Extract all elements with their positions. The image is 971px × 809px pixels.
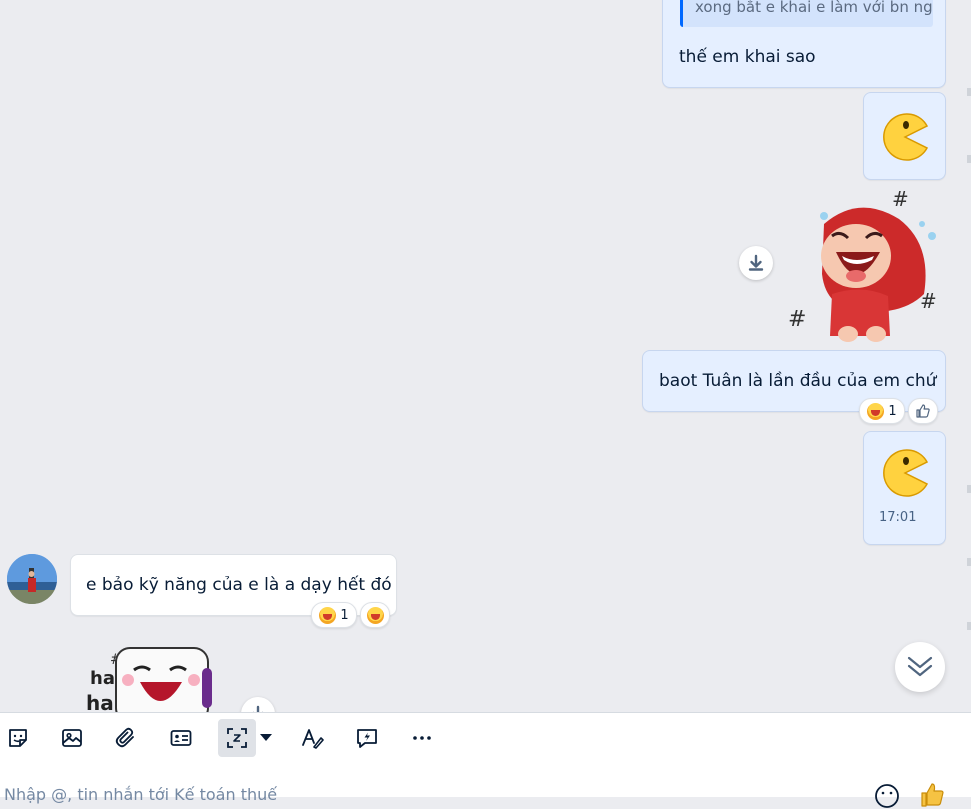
pacman-sticker	[883, 449, 929, 497]
message-input[interactable]	[4, 782, 824, 806]
message-composer	[0, 764, 971, 808]
haha-sticker[interactable]: # ha ha	[84, 640, 224, 712]
reply-text: thế em khai sao	[679, 47, 816, 67]
scrollbar-mark	[967, 558, 971, 566]
image-button[interactable]	[54, 719, 90, 757]
sticker-button[interactable]	[0, 719, 36, 757]
attach-icon	[115, 727, 134, 748]
like-icon[interactable]	[918, 780, 946, 808]
laugh-emoji-icon	[867, 402, 885, 420]
incoming-text: e bảo kỹ năng của e là a dạy hết đó	[86, 575, 392, 595]
screenshot-button[interactable]	[218, 719, 256, 757]
quick-message-icon	[357, 729, 377, 748]
scrollbar-mark	[967, 622, 971, 630]
pacman-sticker	[883, 113, 929, 161]
scroll-to-bottom-button[interactable]	[895, 642, 945, 692]
svg-text:#: #	[788, 307, 806, 332]
double-chevron-down-icon	[907, 656, 933, 677]
quoted-text: xong bắt e khai e làm với bn ng	[695, 0, 933, 16]
quoted-message[interactable]: xong bắt e khai e làm với bn ng	[680, 0, 933, 27]
attach-button[interactable]	[108, 719, 144, 757]
text-format-button[interactable]	[294, 719, 330, 757]
reaction-badge[interactable]: 1	[311, 602, 357, 628]
sticker-icon	[9, 729, 27, 747]
reaction-count: 1	[888, 403, 897, 419]
avatar[interactable]	[7, 554, 57, 604]
scrollbar-mark	[967, 485, 971, 493]
svg-text:#: #	[892, 187, 909, 211]
screenshot-icon	[227, 728, 247, 748]
scrollbar[interactable]	[965, 0, 971, 712]
laughing-girl-sticker[interactable]: # # #	[784, 184, 944, 344]
laugh-emoji-icon	[366, 606, 384, 624]
sticker-caption: ha	[90, 668, 115, 689]
reply-message[interactable]: xong bắt e khai e làm với bn ng thế em k…	[662, 0, 946, 88]
screenshot-options-button[interactable]	[256, 719, 276, 757]
dropdown-icon	[260, 734, 272, 741]
quick-message-button[interactable]	[349, 719, 385, 757]
thumbs-up-icon	[916, 404, 930, 418]
image-icon	[62, 729, 82, 747]
sticker-message[interactable]: 17:01	[863, 431, 946, 545]
composer-toolbar	[0, 712, 971, 765]
reaction-count: 1	[340, 607, 349, 623]
text-format-icon	[302, 729, 324, 749]
download-button[interactable]	[739, 246, 773, 280]
download-icon	[252, 705, 264, 712]
contact-card-button[interactable]	[163, 719, 199, 757]
more-icon	[413, 736, 431, 740]
avatar-photo	[7, 554, 57, 604]
message-time: 17:01	[879, 510, 917, 525]
contact-card-icon	[170, 730, 192, 746]
add-reaction-button[interactable]	[360, 602, 390, 628]
scrollbar-mark	[967, 88, 971, 96]
reaction-badge[interactable]: 1	[859, 398, 905, 424]
emoji-icon[interactable]	[874, 783, 900, 809]
laugh-emoji-icon	[319, 606, 337, 624]
download-button[interactable]	[241, 697, 275, 712]
more-button[interactable]	[404, 719, 440, 757]
outgoing-text: baot Tuân là lần đầu của em chứ	[659, 371, 937, 391]
message-list[interactable]: xong bắt e khai e làm với bn ng thế em k…	[0, 0, 971, 712]
like-reaction-button[interactable]	[908, 398, 938, 424]
svg-text:ha: ha	[86, 691, 114, 712]
download-icon	[748, 254, 764, 271]
sticker-message[interactable]	[863, 92, 946, 180]
scrollbar-mark	[967, 155, 971, 163]
